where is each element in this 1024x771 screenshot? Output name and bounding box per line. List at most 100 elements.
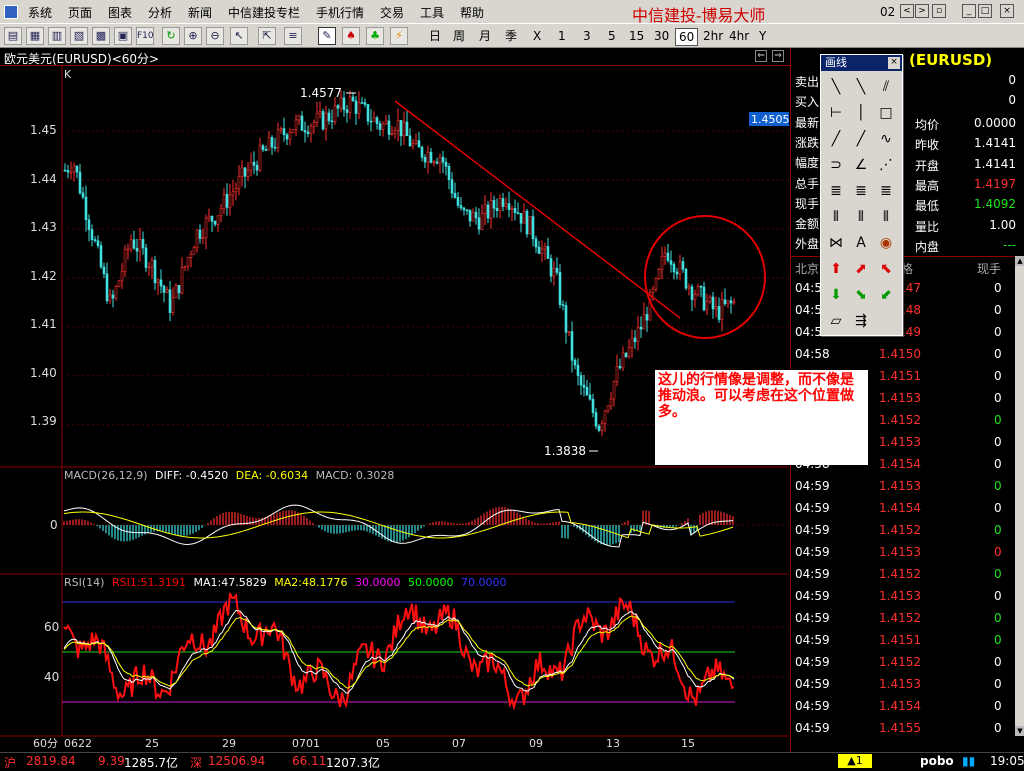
tick-time: 04:59 xyxy=(795,677,830,691)
period-15min[interactable]: 15 xyxy=(626,28,647,46)
fib-time-icon[interactable]: ⦀ xyxy=(850,207,872,227)
fibonacci-icon[interactable]: ≣ xyxy=(825,181,847,201)
eraser-icon[interactable]: ▱ xyxy=(825,311,847,331)
palette-close-icon[interactable]: × xyxy=(888,57,900,69)
period-x[interactable]: X xyxy=(530,28,544,46)
period-4hr[interactable]: 4hr xyxy=(726,28,752,46)
table-icon[interactable]: ▣ xyxy=(114,27,132,45)
cycle-line-icon[interactable]: ⦀ xyxy=(875,207,897,227)
segment-tool-icon[interactable]: ╱ xyxy=(825,129,847,149)
window-restore-icon[interactable]: ▫ xyxy=(932,4,946,18)
close-icon[interactable]: × xyxy=(1000,4,1014,18)
refresh-icon[interactable]: ↻ xyxy=(162,27,180,45)
quote-list-icon[interactable]: ▤ xyxy=(4,27,22,45)
period-line-icon[interactable]: ⦀ xyxy=(825,207,847,227)
next-window-icon[interactable]: > xyxy=(915,4,929,18)
drawing-tool-palette[interactable]: 画线 × ╲ ╲ ⫽ ⊢ │ □ ╱ ╱ ∿ ⊃ ∠ ⋰ ≣ ≣ ≣ ⦀ ⦀ ⦀ ⋈ A ◉ ⬆ ⬈ ⬉ ⬇ ⬊ ⬋ ▱ ⇶ xyxy=(820,54,903,336)
list-icon[interactable]: ≡ xyxy=(284,27,302,45)
period-year[interactable]: Y xyxy=(756,28,769,46)
menu-trade[interactable]: 交易 xyxy=(380,4,404,21)
menu-news[interactable]: 新闻 xyxy=(188,4,212,21)
flash-icon[interactable]: ⚡ xyxy=(390,27,408,45)
rectangle-tool-icon[interactable]: □ xyxy=(875,103,897,123)
trade-icon[interactable]: ♣ xyxy=(366,27,384,45)
angle-tool-icon[interactable]: ∠ xyxy=(850,155,872,175)
period-day[interactable]: 日 xyxy=(426,28,444,46)
menu-analysis[interactable]: 分析 xyxy=(148,4,172,21)
quote-left-label: 外盘 xyxy=(795,237,820,252)
menu-page[interactable]: 页面 xyxy=(68,4,92,21)
kline-icon[interactable]: ▥ xyxy=(48,27,66,45)
globe-tool-icon[interactable]: ◉ xyxy=(875,233,897,253)
grid-icon[interactable]: ▩ xyxy=(92,27,110,45)
scroll-down-icon[interactable]: ▼ xyxy=(1015,726,1024,736)
ray-tool-icon[interactable]: ╲ xyxy=(850,77,872,97)
zoom-out-icon[interactable]: ⊖ xyxy=(206,27,224,45)
menu-chart[interactable]: 图表 xyxy=(108,4,132,21)
fan-tool-icon[interactable]: ⋰ xyxy=(875,155,897,175)
f10-icon[interactable]: F10 xyxy=(136,27,154,45)
period-month[interactable]: 月 xyxy=(476,28,494,46)
wave-tool-icon[interactable]: ∿ xyxy=(875,129,897,149)
angle-line-icon[interactable]: ╱ xyxy=(850,129,872,149)
candle-body xyxy=(561,304,565,306)
annotation-note[interactable]: 这儿的行情像是调整，而不像是推动浪。可以考虑在这个位置做多。 xyxy=(655,370,868,465)
period-quarter[interactable]: 季 xyxy=(502,28,520,46)
menu-system[interactable]: 系统 xyxy=(28,4,52,21)
arrow-down-right-icon[interactable]: ⬊ xyxy=(850,285,872,305)
candle-body xyxy=(324,112,328,130)
candle-body xyxy=(660,256,664,270)
candle-body xyxy=(402,121,406,137)
candle-body xyxy=(522,210,526,224)
tick-scrollbar[interactable]: ▲ ▼ xyxy=(1015,256,1024,736)
draw-line-icon[interactable]: ✎ xyxy=(318,27,336,45)
candle-body xyxy=(297,115,301,121)
chart-next-icon[interactable]: ⇒ xyxy=(772,50,784,62)
scroll-up-icon[interactable]: ▲ xyxy=(1015,256,1024,266)
text-icon[interactable]: ▧ xyxy=(70,27,88,45)
export-icon[interactable]: ⇱ xyxy=(258,27,276,45)
line-tool-icon[interactable]: ╲ xyxy=(825,77,847,97)
period-2hr[interactable]: 2hr xyxy=(700,28,726,46)
period-3min[interactable]: 3 xyxy=(580,28,594,46)
menu-citic-column[interactable]: 中信建投专栏 xyxy=(228,4,300,21)
arrow-up-icon[interactable]: ⬆ xyxy=(825,259,847,279)
prev-window-icon[interactable]: < xyxy=(900,4,914,18)
select-icon[interactable]: ↖ xyxy=(230,27,248,45)
chart-prev-icon[interactable]: ⇐ xyxy=(755,50,767,62)
period-30min[interactable]: 30 xyxy=(651,28,672,46)
vertical-line-icon[interactable]: │ xyxy=(850,103,872,123)
arrow-down-left-icon[interactable]: ⬋ xyxy=(875,285,897,305)
alarm-icon[interactable]: ♠ xyxy=(342,27,360,45)
delete-lines-icon[interactable]: ⇶ xyxy=(850,311,872,331)
parallel-tool-icon[interactable]: ⫽ xyxy=(875,77,897,97)
text-tool-icon[interactable]: A xyxy=(850,233,872,253)
menu-help[interactable]: 帮助 xyxy=(460,4,484,21)
chart-icon[interactable]: ▦ xyxy=(26,27,44,45)
zoom-in-icon[interactable]: ⊕ xyxy=(184,27,202,45)
arc-tool-icon[interactable]: ⊃ xyxy=(825,155,847,175)
horizontal-line-icon[interactable]: ⊢ xyxy=(825,103,847,123)
period-week[interactable]: 周 xyxy=(450,28,468,46)
candle-body xyxy=(72,165,76,173)
arrow-down-icon[interactable]: ⬇ xyxy=(825,285,847,305)
period-5min[interactable]: 5 xyxy=(605,28,619,46)
gann-grid-icon[interactable]: ≣ xyxy=(850,181,872,201)
candle-body xyxy=(612,380,616,400)
gann-fan-icon[interactable]: ⋈ xyxy=(825,233,847,253)
channel-icon[interactable]: ≣ xyxy=(875,181,897,201)
quote-right-value: --- xyxy=(1003,237,1016,252)
candle-body xyxy=(684,268,688,289)
period-1min[interactable]: 1 xyxy=(555,28,569,46)
arrow-up-left-icon[interactable]: ⬉ xyxy=(875,259,897,279)
period-60min[interactable]: 60 xyxy=(675,28,699,46)
candle-body xyxy=(312,122,316,127)
alert-badge[interactable]: ▲1 xyxy=(838,754,872,768)
arrow-up-right-icon[interactable]: ⬈ xyxy=(850,259,872,279)
maximize-icon[interactable]: □ xyxy=(978,4,992,18)
minimize-icon[interactable]: _ xyxy=(962,4,976,18)
candle-body xyxy=(678,261,682,275)
menu-tools[interactable]: 工具 xyxy=(420,4,444,21)
menu-mobile-quotes[interactable]: 手机行情 xyxy=(316,4,364,21)
app-icon[interactable] xyxy=(4,5,18,19)
